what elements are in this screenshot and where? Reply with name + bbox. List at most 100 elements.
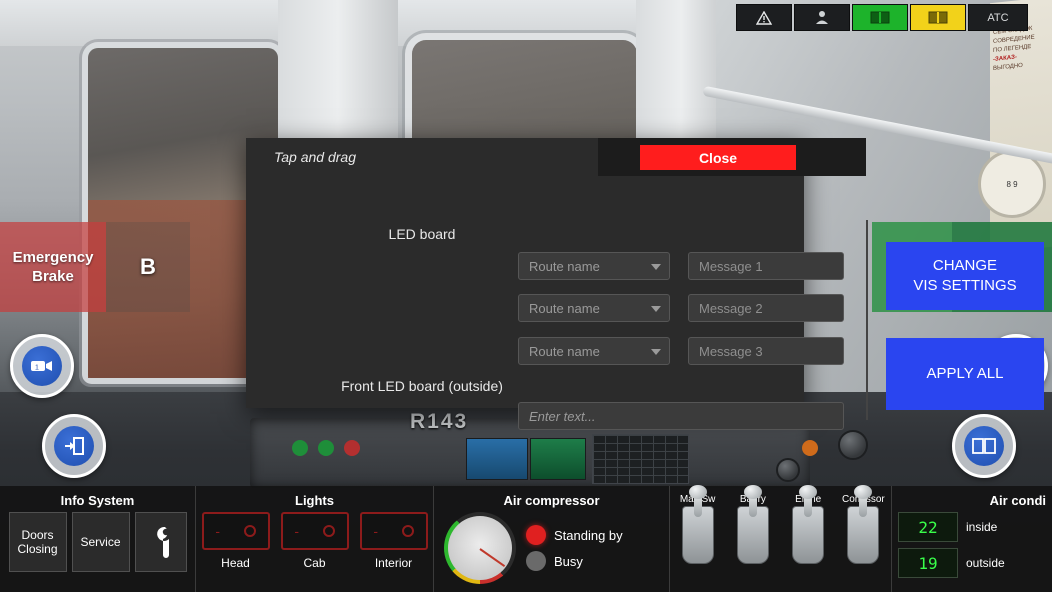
message-input-3[interactable]: Message 3 (688, 337, 844, 365)
status-atc-indicator[interactable]: ATC (968, 4, 1028, 31)
light-dot-cab (322, 525, 335, 537)
switch-battery[interactable]: Bat ry (727, 485, 779, 564)
info-system-title: Info System (60, 493, 135, 508)
route-name-select-3-value: Route name (529, 343, 600, 359)
dashboard-indicator-grid (592, 434, 689, 484)
light-label-head: Head (221, 556, 250, 570)
route-name-select-2-value: Route name (529, 300, 600, 316)
light-control-cab[interactable]: - Cab (280, 512, 349, 570)
manual-button[interactable] (952, 414, 1016, 478)
gauge-needle (479, 548, 506, 568)
switch-compressor[interactable]: Com ssor (837, 485, 889, 564)
air-compressor-title: Air compressor (503, 493, 600, 508)
brake-b-button[interactable]: B (106, 222, 190, 312)
message-input-1[interactable]: Message 1 (688, 252, 844, 280)
switch-toggle-compressor[interactable] (847, 485, 880, 564)
wrench-icon (156, 526, 169, 558)
front-led-input[interactable]: Enter text... (518, 402, 844, 430)
led-board-title: LED board (388, 226, 456, 242)
compressor-status-standing-by: Standing by (526, 525, 623, 545)
status-door-right-indicator[interactable] (910, 4, 966, 31)
apply-all-button[interactable]: APPLY ALL (886, 338, 1044, 410)
light-box-head[interactable]: - (201, 512, 270, 550)
info-system-section: Info System Doors Closing Service (0, 486, 196, 592)
chevron-down-icon-3 (651, 349, 661, 355)
aircon-row-inside: 22 inside (898, 512, 1052, 542)
emergency-brake-button[interactable]: Emergency Brake (0, 222, 106, 312)
light-dot-head (243, 525, 256, 537)
top-status-bar: ATC (736, 4, 1028, 31)
door-yellow-icon (928, 11, 948, 24)
dialog-divider (866, 220, 868, 420)
light-dash-interior: - (373, 523, 378, 539)
dashboard-knob-1 (838, 430, 868, 460)
route-name-select-1-value: Route name (529, 258, 600, 274)
status-led-busy (526, 551, 546, 571)
light-control-head[interactable]: - Head (201, 512, 270, 570)
air-conditioning-title: Air condi (989, 493, 1046, 508)
door-open-icon (54, 426, 94, 466)
gauge-face (448, 516, 512, 580)
light-dot-interior (401, 525, 414, 537)
status-seat-indicator[interactable] (794, 4, 850, 31)
switch-toggle-master[interactable] (681, 485, 714, 564)
light-label-interior: Interior (374, 556, 413, 570)
compressor-status-busy: Busy (526, 551, 623, 571)
doors-closing-button[interactable]: Doors Closing (8, 512, 67, 572)
aircon-label-outside: outside (966, 556, 1005, 570)
dialog-header[interactable]: Tap and drag Close (246, 138, 866, 176)
air-conditioning-section: Air condi 22 inside 19 outside (892, 486, 1052, 592)
light-label-cab: Cab (303, 556, 326, 570)
close-button[interactable]: Close (640, 145, 796, 170)
svg-text:1: 1 (35, 365, 39, 372)
message-input-1-value: Message 1 (699, 258, 763, 274)
status-label-standing-by: Standing by (554, 527, 623, 543)
dashboard-button-orange (802, 440, 818, 456)
switches-section: Mas Sw Bat ry Er ine Com ssor (670, 485, 892, 592)
chevron-down-icon-2 (651, 306, 661, 312)
light-dash-cab: - (294, 523, 299, 539)
route-name-select-2[interactable]: Route name (518, 294, 670, 322)
light-box-interior[interactable]: - (359, 512, 428, 550)
chevron-down-icon-1 (651, 264, 661, 270)
dashboard-button-green (292, 440, 308, 456)
light-control-interior[interactable]: - Interior (359, 512, 428, 570)
door-control-button[interactable] (42, 414, 106, 478)
front-led-board-title: Front LED board (outside) (341, 378, 503, 394)
change-vis-settings-button[interactable]: CHANGE VIS SETTINGS (886, 242, 1044, 310)
message-input-2[interactable]: Message 2 (688, 294, 844, 322)
lights-section: Lights - Head - Cab - Interior (196, 486, 434, 592)
game-screen: ЗАКАЖИ -МАГАЗИН- СЕМ СКИДОК СОВРЕДЕНИЕ П… (0, 0, 1052, 592)
bottom-control-bar: Info System Doors Closing Service Lights… (0, 485, 1052, 592)
status-door-left-indicator[interactable] (852, 4, 908, 31)
light-dash-head: - (215, 523, 220, 539)
aircon-value-outside: 19 (898, 548, 958, 578)
led-board-dialog: Tap and drag Close LED board Route name … (246, 138, 1044, 430)
switch-toggle-battery[interactable] (736, 485, 769, 564)
pressure-gauge (444, 512, 516, 584)
switch-master[interactable]: Mas Sw (672, 485, 724, 564)
front-led-input-value: Enter text... (529, 408, 596, 424)
drag-hint-label: Tap and drag (274, 149, 356, 165)
driver-seat-icon (816, 11, 828, 24)
message-input-3-value: Message 3 (699, 343, 763, 359)
dashboard-button-red (344, 440, 360, 456)
book-icon (964, 426, 1004, 466)
lights-title: Lights (295, 493, 334, 508)
warning-triangle-icon (756, 10, 772, 25)
settings-wrench-button[interactable] (134, 512, 187, 572)
camera-view-button[interactable]: 1 (10, 334, 74, 398)
route-name-select-1[interactable]: Route name (518, 252, 670, 280)
light-box-cab[interactable]: - (280, 512, 349, 550)
switch-engine[interactable]: Er ine (782, 485, 834, 564)
dashboard-knob-2 (776, 458, 800, 482)
door-green-icon (870, 11, 890, 24)
dialog-body: LED board Route name Message 1 Route nam… (246, 176, 1044, 430)
route-name-select-3[interactable]: Route name (518, 337, 670, 365)
service-button[interactable]: Service (71, 512, 130, 572)
aircon-label-inside: inside (966, 520, 998, 534)
aircon-value-inside: 22 (898, 512, 958, 542)
dashboard-button-green-2 (318, 440, 334, 456)
switch-toggle-engine[interactable] (792, 485, 825, 564)
status-warning-indicator[interactable] (736, 4, 792, 31)
